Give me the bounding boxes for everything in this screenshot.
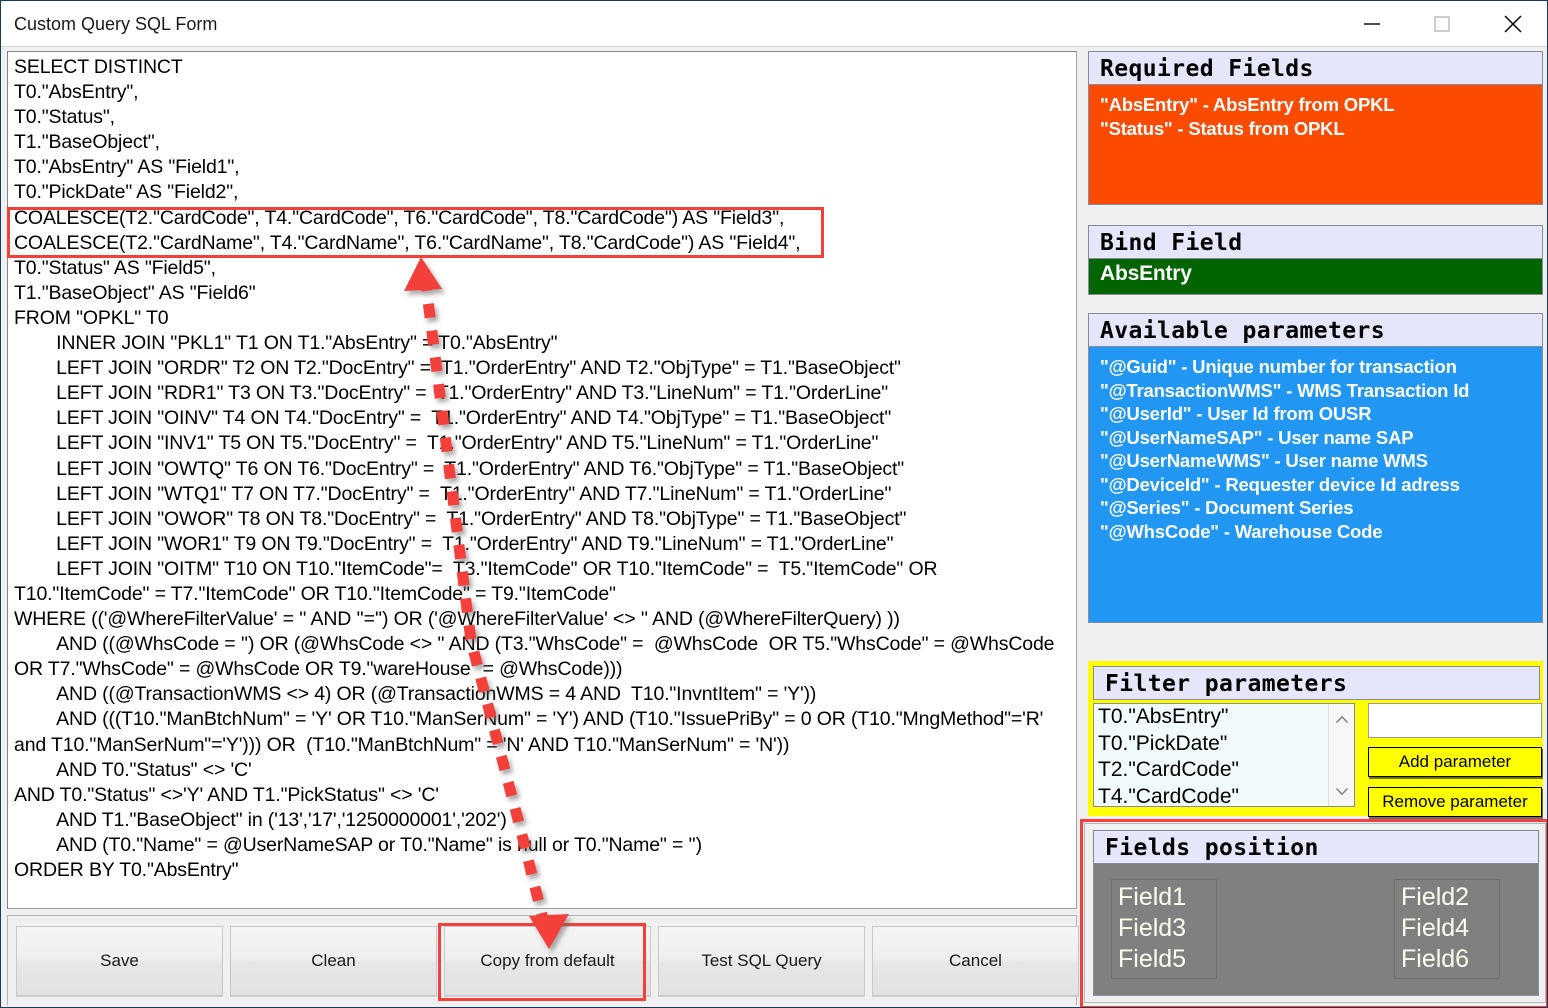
field-slot[interactable]: Field1: [1118, 882, 1216, 913]
fields-position-left-column[interactable]: Field1 Field3 Field5: [1111, 879, 1217, 979]
required-field-item: "AbsEntry" - AbsEntry from OPKL: [1100, 93, 1542, 117]
filter-list-scrollbar[interactable]: [1328, 704, 1354, 806]
filter-parameters-panel: Filter parameters T0."AbsEntry" T0."Pick…: [1088, 661, 1543, 816]
filter-parameter-item[interactable]: T0."AbsEntry": [1094, 704, 1354, 731]
scroll-up-icon[interactable]: [1329, 706, 1355, 732]
bind-field-header: Bind Field: [1088, 225, 1543, 259]
bind-field-panel: Bind Field AbsEntry: [1088, 225, 1543, 295]
clean-button[interactable]: Clean: [230, 926, 437, 996]
field-slot[interactable]: Field4: [1401, 913, 1499, 944]
test-sql-query-button[interactable]: Test SQL Query: [658, 926, 865, 996]
field-slot[interactable]: Field2: [1401, 882, 1499, 913]
available-parameters-header: Available parameters: [1088, 313, 1543, 347]
form-button-bar: Save Clean Copy from default Test SQL Qu…: [7, 915, 1077, 1005]
save-button[interactable]: Save: [16, 926, 223, 996]
available-parameter-item: "@DeviceId" - Requester device Id adress: [1100, 473, 1542, 497]
remove-parameter-button[interactable]: Remove parameter: [1368, 787, 1542, 817]
window-title: Custom Query SQL Form: [14, 14, 217, 35]
close-button[interactable]: [1482, 1, 1544, 46]
filter-parameter-item[interactable]: T0."PickDate": [1094, 731, 1354, 758]
bind-field-value[interactable]: AbsEntry: [1088, 259, 1543, 295]
available-parameter-item: "@WhsCode" - Warehouse Code: [1100, 520, 1542, 544]
maximize-button[interactable]: [1411, 1, 1473, 46]
minimize-button[interactable]: [1341, 1, 1403, 46]
fields-position-right-column[interactable]: Field2 Field4 Field6: [1394, 879, 1500, 979]
filter-parameter-item[interactable]: T4."CardCode": [1094, 784, 1354, 808]
title-bar: Custom Query SQL Form: [1, 1, 1547, 47]
copy-from-default-button[interactable]: Copy from default: [444, 926, 651, 996]
fields-position-header: Fields position: [1093, 830, 1539, 864]
required-field-item: "Status" - Status from OPKL: [1100, 117, 1542, 141]
add-parameter-button[interactable]: Add parameter: [1368, 747, 1542, 777]
scroll-down-icon[interactable]: [1329, 778, 1355, 804]
required-fields-panel: Required Fields "AbsEntry" - AbsEntry fr…: [1088, 51, 1543, 205]
sql-query-text[interactable]: SELECT DISTINCT T0."AbsEntry", T0."Statu…: [14, 55, 1070, 883]
available-parameter-item: "@UserNameSAP" - User name SAP: [1100, 426, 1542, 450]
filter-parameters-list[interactable]: T0."AbsEntry" T0."PickDate" T2."CardCode…: [1093, 703, 1355, 807]
filter-parameter-input[interactable]: [1368, 703, 1542, 738]
available-parameter-item: "@TransactionWMS" - WMS Transaction Id: [1100, 379, 1542, 403]
field-slot[interactable]: Field3: [1118, 913, 1216, 944]
field-slot[interactable]: Field5: [1118, 944, 1216, 975]
field-slot[interactable]: Field6: [1401, 944, 1499, 975]
available-parameters-list: "@Guid" - Unique number for transaction …: [1088, 347, 1543, 623]
custom-query-sql-form-window: Custom Query SQL Form SELECT DISTINCT T0…: [0, 0, 1548, 1008]
required-fields-list: "AbsEntry" - AbsEntry from OPKL "Status"…: [1088, 85, 1543, 205]
available-parameter-item: "@Guid" - Unique number for transaction: [1100, 355, 1542, 379]
cancel-button[interactable]: Cancel: [872, 926, 1079, 996]
available-parameter-item: "@UserId" - User Id from OUSR: [1100, 402, 1542, 426]
sql-query-textarea[interactable]: SELECT DISTINCT T0."AbsEntry", T0."Statu…: [7, 51, 1077, 909]
available-parameter-item: "@Series" - Document Series: [1100, 496, 1542, 520]
available-parameters-panel: Available parameters "@Guid" - Unique nu…: [1088, 313, 1543, 623]
required-fields-header: Required Fields: [1088, 51, 1543, 85]
available-parameter-item: "@UserNameWMS" - User name WMS: [1100, 449, 1542, 473]
fields-position-panel: Fields position Field1 Field3 Field5 Fie…: [1084, 823, 1546, 1003]
filter-parameters-header: Filter parameters: [1093, 666, 1540, 700]
filter-parameter-item[interactable]: T2."CardCode": [1094, 757, 1354, 784]
fields-position-body: Field1 Field3 Field5 Field2 Field4 Field…: [1093, 864, 1539, 996]
